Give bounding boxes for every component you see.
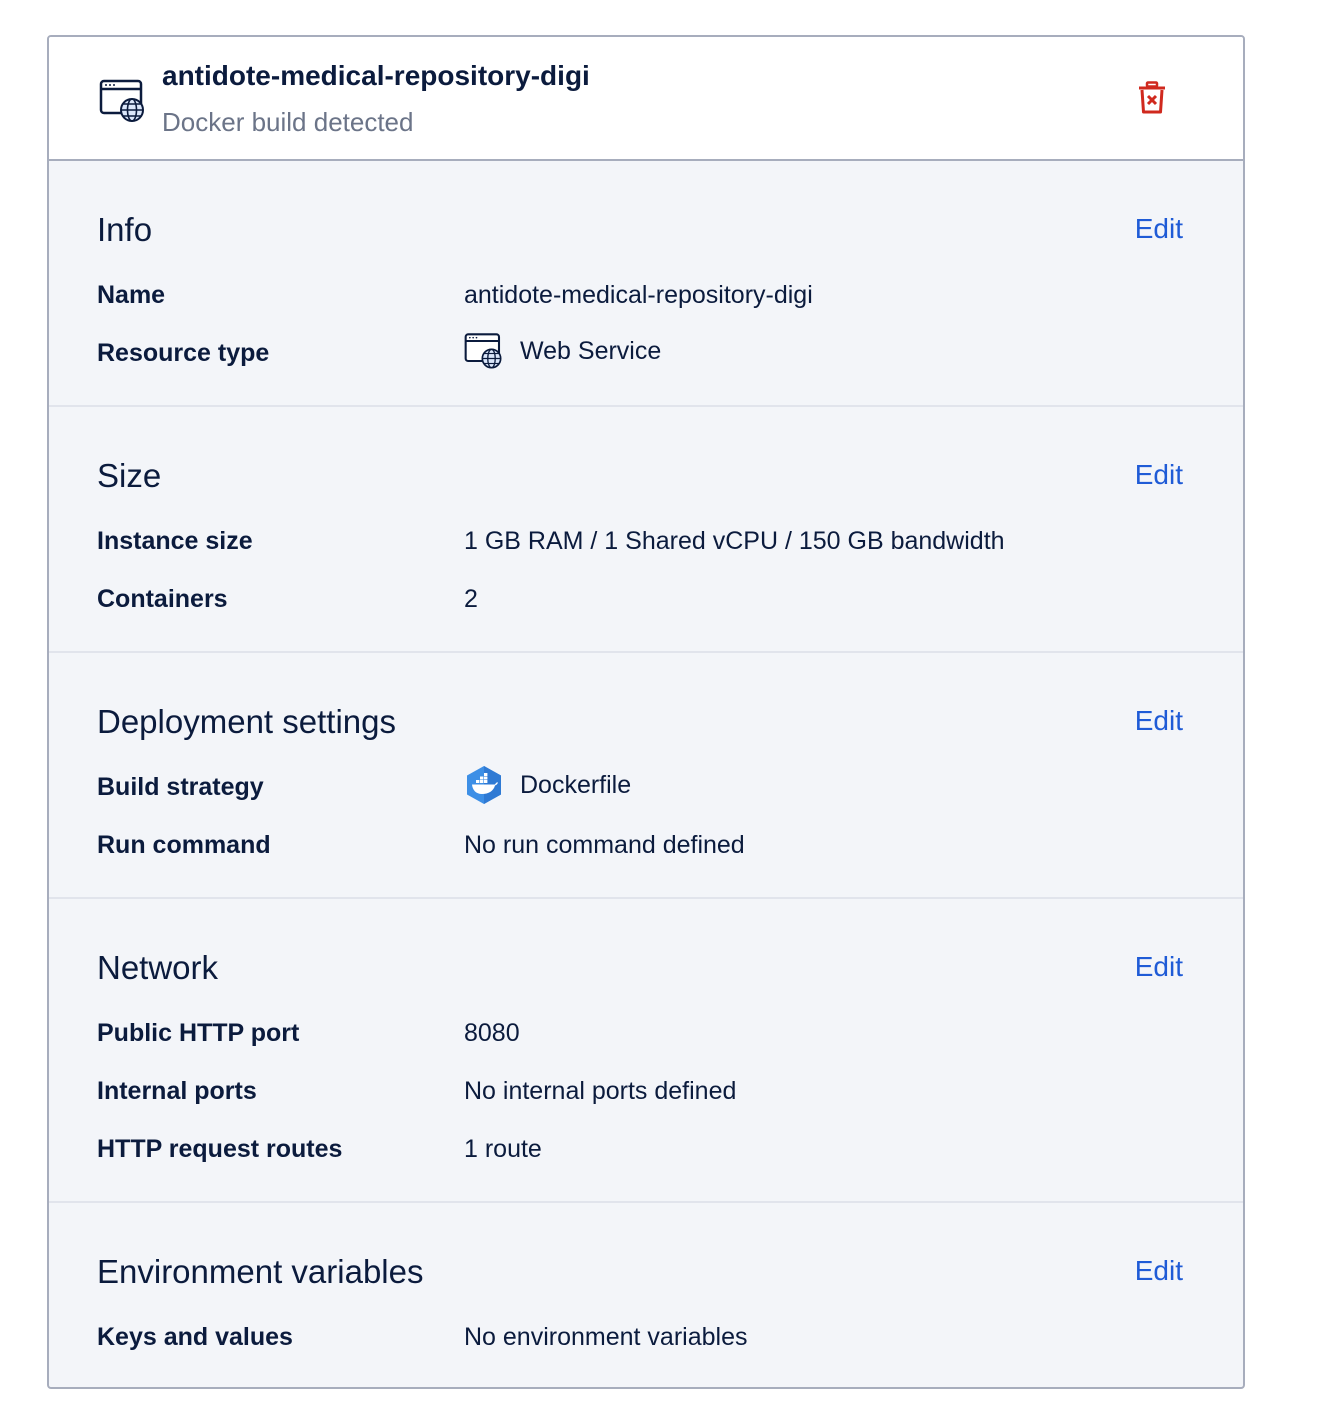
section-title-env: Environment variables [97,1253,424,1290]
row-value-instance-size: 1 GB RAM / 1 Shared vCPU / 150 GB bandwi… [464,527,1005,555]
component-card: antidote-medical-repository-digi Docker … [47,35,1245,1389]
edit-size-link[interactable]: Edit [1135,459,1183,491]
build-detected-subtitle: Docker build detected [162,107,414,137]
section-title-deployment: Deployment settings [97,703,396,740]
build-strategy-label: Dockerfile [520,770,632,799]
section-deployment: Deployment settings Edit Build strategy … [49,653,1243,899]
row-value-resource-type: Web Service [464,331,661,371]
section-title-network: Network [97,949,219,986]
page-title: antidote-medical-repository-digi [162,60,590,91]
row-value-containers: 2 [464,585,478,613]
trash-icon[interactable] [1137,81,1167,115]
card-header: antidote-medical-repository-digi Docker … [49,37,1243,161]
section-title-info: Info [97,211,153,248]
resource-type-label: Web Service [520,336,662,365]
row-label-public-http-port: Public HTTP port [97,1019,300,1047]
edit-network-link[interactable]: Edit [1135,951,1183,983]
row-label-keys-values: Keys and values [97,1323,293,1351]
row-value-internal-ports: No internal ports defined [464,1077,737,1105]
row-label-internal-ports: Internal ports [97,1077,257,1105]
section-network: Network Edit Public HTTP port 8080 Inter… [49,899,1243,1203]
row-value-run-command: No run command defined [464,831,745,859]
row-label-run-command: Run command [97,831,271,859]
edit-deployment-link[interactable]: Edit [1135,705,1183,737]
row-value-name: antidote-medical-repository-digi [464,281,813,309]
web-service-icon [99,79,144,122]
section-info: Info Edit Name antidote-medical-reposito… [49,161,1243,407]
row-label-build-strategy: Build strategy [97,773,264,801]
row-label-containers: Containers [97,585,228,613]
section-title-size: Size [97,457,162,494]
row-value-keys-values: No environment variables [464,1323,748,1351]
section-size: Size Edit Instance size 1 GB RAM / 1 Sha… [49,407,1243,653]
row-label-resource-type: Resource type [97,339,270,367]
row-value-public-http-port: 8080 [464,1019,520,1047]
row-label-http-request-routes: HTTP request routes [97,1135,343,1163]
row-label-instance-size: Instance size [97,527,253,555]
edit-env-link[interactable]: Edit [1135,1255,1183,1287]
section-env: Environment variables Edit Keys and valu… [49,1203,1243,1387]
web-service-icon [464,333,502,369]
edit-info-link[interactable]: Edit [1135,213,1183,245]
row-value-build-strategy: Dockerfile [464,765,631,805]
docker-icon [467,766,501,804]
row-value-http-request-routes: 1 route [464,1135,542,1163]
row-label-name: Name [97,281,166,309]
